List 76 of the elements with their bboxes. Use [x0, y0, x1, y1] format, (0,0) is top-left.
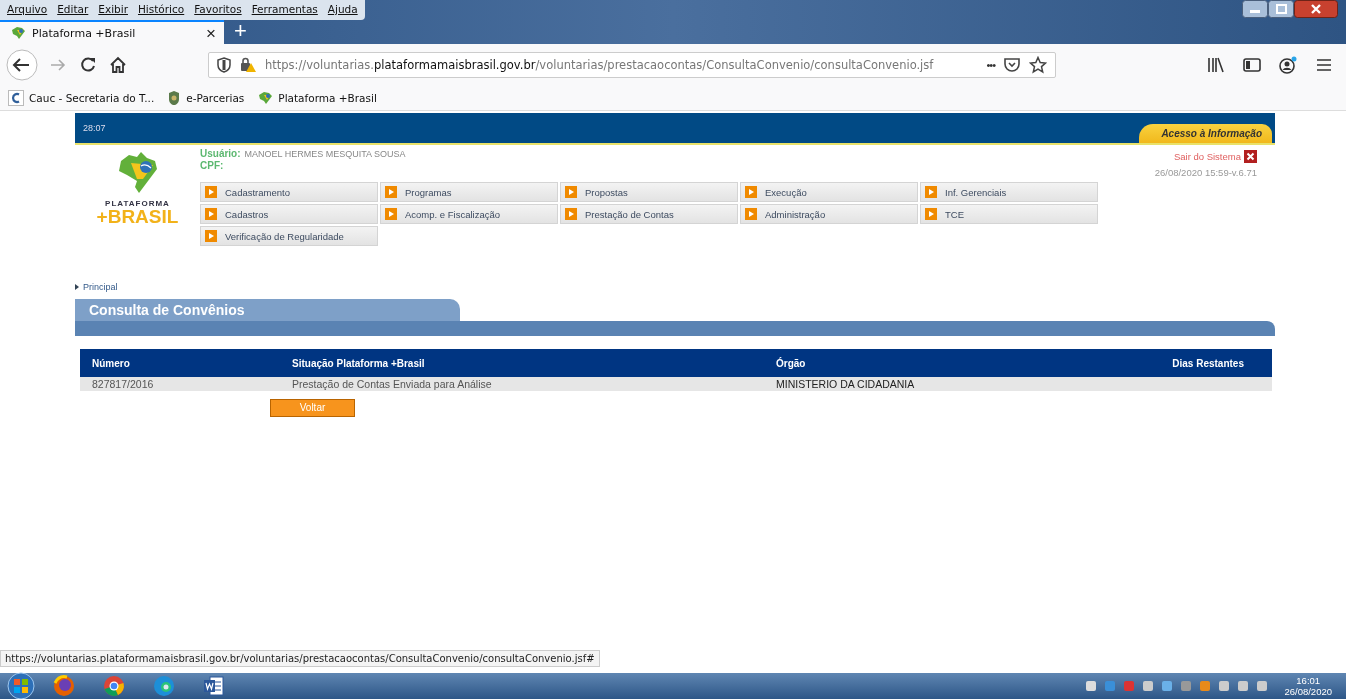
minimize-button[interactable] [1242, 0, 1268, 18]
menu-item[interactable]: Histórico [132, 0, 190, 20]
sidebar-icon[interactable] [1242, 56, 1262, 74]
map-icon [257, 91, 274, 105]
status-url: https://voluntarias.plataformamaisbrasil.gov.br/voluntarias/prestacaocontas/ConsultaConvenio/consultaConvenio.jsf# [0, 650, 600, 667]
close-button[interactable] [1294, 0, 1338, 18]
menu-button[interactable]: Programas [380, 182, 558, 202]
table-cell: Prestação de Contas Enviada para Análise [280, 377, 764, 391]
logout-link[interactable]: Sair do Sistema [1173, 151, 1241, 162]
menu-item[interactable]: Ajuda [322, 0, 363, 20]
breadcrumb-link[interactable]: Principal [83, 282, 118, 292]
session-timer: 28:07 [82, 123, 106, 133]
bullet-icon [75, 284, 79, 290]
menu-item[interactable]: Editar [52, 0, 94, 20]
menu-item[interactable]: Exibir [93, 0, 133, 20]
user-label: Usuário: [200, 148, 241, 159]
logo-text: PLATAFORMA [105, 199, 170, 208]
menu-button[interactable]: TCE [920, 204, 1098, 224]
reload-button[interactable] [78, 55, 98, 75]
access-info-tab[interactable]: Acesso à Informação [1139, 124, 1272, 143]
new-tab-button[interactable]: + [224, 20, 257, 44]
shield-icon [217, 57, 231, 73]
menu-item[interactable]: Ferramentas [246, 0, 323, 20]
menu-button[interactable]: Propostas [560, 182, 738, 202]
account-icon[interactable] [1278, 56, 1298, 74]
menu-item[interactable]: Arquivo [2, 0, 53, 20]
library-icon[interactable] [1206, 56, 1226, 74]
map-icon [10, 26, 26, 40]
start-button[interactable] [4, 671, 38, 699]
tab-title: Plataforma +Brasil [32, 26, 137, 40]
tray-icon[interactable] [1084, 679, 1099, 693]
menu-icon[interactable] [1314, 56, 1334, 74]
menu-button[interactable]: Execução [740, 182, 918, 202]
tray-icon[interactable] [1160, 679, 1175, 693]
tray-icon[interactable] [1141, 679, 1156, 693]
column-header: Dias Restantes [1148, 349, 1272, 377]
logo-wordmark: +BRASIL [96, 208, 179, 226]
url-text[interactable]: https://voluntarias.plataformamaisbrasil.gov.br/voluntarias/prestacaocontas/ConsultaConvenio/consultaConvenio.jsf [265, 58, 979, 72]
seal-icon [167, 90, 182, 106]
menu-button[interactable]: Cadastros [200, 204, 378, 224]
table-cell: 827817/2016 [80, 377, 280, 391]
version-text: 26/08/2020 15:59-v.6.71 [1154, 167, 1257, 178]
home-button[interactable] [108, 55, 128, 75]
close-icon[interactable] [1244, 150, 1257, 163]
clock-time[interactable]: 16:01 [1296, 675, 1321, 686]
column-header: Situação Plataforma +Brasil [280, 349, 764, 377]
bookmark[interactable]: Cauc - Secretaria do T... [29, 92, 155, 104]
menu-button[interactable]: Acomp. e Fiscalização [380, 204, 558, 224]
tray-icon[interactable] [1217, 679, 1232, 693]
tray-icon[interactable] [1236, 679, 1251, 693]
clock-date[interactable]: 26/08/2020 [1284, 686, 1332, 697]
bookmark[interactable]: Plataforma +Brasil [278, 92, 377, 104]
back-button[interactable] [6, 49, 38, 81]
table-cell: MINISTERIO DA CIDADANIA [764, 377, 1148, 391]
warning-lock-icon [239, 57, 257, 73]
column-header: Órgão [764, 349, 1148, 377]
menu-button[interactable]: Prestação de Contas [560, 204, 738, 224]
menu-button[interactable]: Cadastramento [200, 182, 378, 202]
bookmark[interactable]: e-Parcerias [186, 92, 245, 104]
menu-button[interactable]: Verificação de Regularidade [200, 226, 378, 246]
close-tab-button[interactable]: × [206, 24, 216, 42]
menu-item[interactable]: Favoritos [189, 0, 247, 20]
page-actions-button[interactable]: ••• [986, 59, 995, 71]
browser-tab[interactable]: Plataforma +Brasil × [0, 20, 224, 44]
user-name: MANOEL HERMES MESQUITA SOUSA [244, 149, 406, 159]
address-bar[interactable]: https://voluntarias.plataformamaisbrasil.gov.br/voluntarias/prestacaocontas/ConsultaConvenio/consultaConvenio.jsf ••• [208, 52, 1056, 78]
menu-button[interactable]: Administração [740, 204, 918, 224]
restore-button[interactable] [1268, 0, 1294, 18]
panel-title: Consulta de Convênios [75, 299, 460, 321]
tray-icon[interactable] [1255, 679, 1270, 693]
column-header: Número [80, 349, 280, 377]
pocket-icon[interactable] [1003, 56, 1021, 74]
menu-button[interactable]: Inf. Gerenciais [920, 182, 1098, 202]
c-letter-icon [8, 90, 24, 106]
star-icon[interactable] [1029, 56, 1047, 74]
cpf-label: CPF: [200, 160, 224, 171]
